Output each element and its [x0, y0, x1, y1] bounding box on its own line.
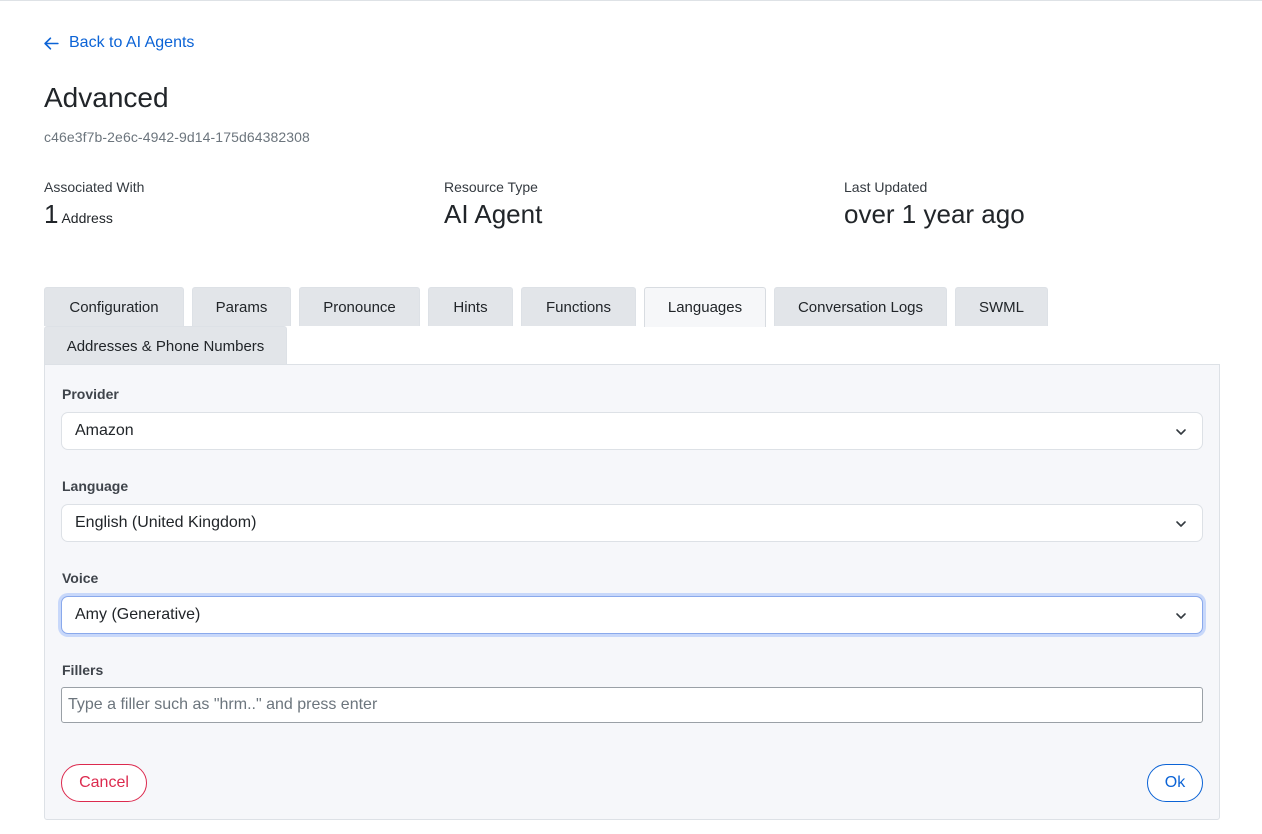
- arrow-left-icon: [44, 36, 59, 50]
- tab-configuration[interactable]: Configuration: [44, 287, 184, 326]
- language-select[interactable]: English (United Kingdom): [61, 504, 1203, 542]
- language-value: English (United Kingdom): [75, 514, 257, 531]
- tab-hints[interactable]: Hints: [428, 287, 513, 326]
- voice-select[interactable]: Amy (Generative): [61, 596, 1203, 634]
- chevron-down-icon: [1176, 613, 1186, 619]
- resource-id: c46e3f7b-2e6c-4942-9d14-175d64382308: [44, 129, 310, 145]
- voice-label: Voice: [62, 570, 99, 586]
- provider-select[interactable]: Amazon: [61, 412, 1203, 450]
- languages-panel: Provider Amazon Language English (United…: [44, 364, 1220, 820]
- resource-type-stat: Resource Type AI Agent: [444, 179, 542, 229]
- voice-value: Amy (Generative): [75, 606, 201, 623]
- last-updated-label: Last Updated: [844, 179, 928, 195]
- language-label: Language: [62, 478, 129, 494]
- associated-unit: Address: [61, 210, 113, 226]
- back-link-label: Back to AI Agents: [69, 34, 195, 51]
- associated-count: 1: [44, 199, 59, 229]
- resource-type-label: Resource Type: [444, 179, 538, 195]
- cancel-button[interactable]: Cancel: [61, 764, 147, 802]
- back-to-ai-agents-link[interactable]: Back to AI Agents: [43, 34, 194, 52]
- page-title: Advanced: [44, 82, 169, 113]
- tab-addresses-phone-numbers[interactable]: Addresses & Phone Numbers: [44, 326, 287, 365]
- provider-value: Amazon: [75, 422, 134, 439]
- associated-with-value: 1 Address: [44, 199, 144, 233]
- last-updated-stat: Last Updated over 1 year ago: [844, 179, 1025, 229]
- tab-languages[interactable]: Languages: [644, 287, 766, 327]
- ok-button[interactable]: Ok: [1147, 764, 1203, 802]
- fillers-input[interactable]: [61, 687, 1203, 723]
- associated-with-label: Associated With: [44, 179, 145, 195]
- last-updated-value: over 1 year ago: [844, 199, 1025, 229]
- top-divider: [0, 0, 1262, 1]
- tab-swml[interactable]: SWML: [955, 287, 1048, 326]
- tab-params[interactable]: Params: [192, 287, 291, 326]
- fillers-label: Fillers: [62, 662, 104, 678]
- chevron-down-icon: [1176, 521, 1186, 527]
- tab-pronounce[interactable]: Pronounce: [299, 287, 420, 326]
- tab-functions[interactable]: Functions: [521, 287, 636, 326]
- tab-conversation-logs[interactable]: Conversation Logs: [774, 287, 947, 326]
- chevron-down-icon: [1176, 429, 1186, 435]
- provider-label: Provider: [62, 386, 119, 402]
- resource-type-value: AI Agent: [444, 199, 543, 229]
- associated-with-stat: Associated With 1 Address: [44, 179, 144, 233]
